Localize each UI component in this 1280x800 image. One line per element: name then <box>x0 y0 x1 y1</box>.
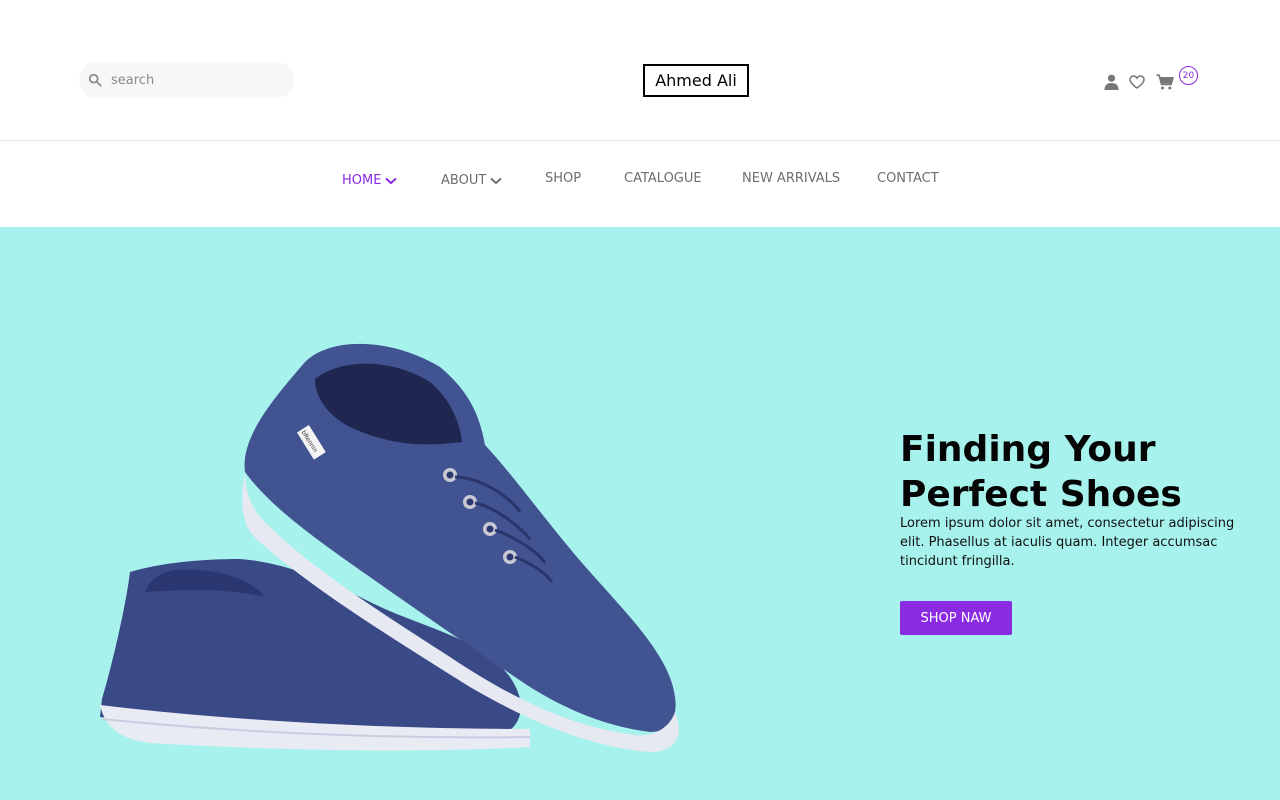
nav-item-label: HOME <box>342 173 382 188</box>
user-icon[interactable] <box>1104 74 1119 90</box>
hero-banner: bRennin Finding Your Perfect Shoes Lorem… <box>0 227 1280 800</box>
search-input[interactable] <box>111 72 281 88</box>
nav-item-home[interactable]: HOME <box>342 173 398 188</box>
header-actions: 20 <box>1100 66 1210 96</box>
nav-item-catalogue[interactable]: CATALOGUE <box>624 171 702 186</box>
nav-item-label: ABOUT <box>441 173 487 188</box>
nav-item-contact[interactable]: CONTACT <box>877 171 939 186</box>
nav-item-shop[interactable]: SHOP <box>545 171 581 186</box>
site-header: Ahmed Ali 20 <box>0 0 1280 141</box>
hero-title: Finding Your Perfect Shoes <box>900 429 1182 515</box>
chevron-down-icon <box>385 177 398 184</box>
chevron-down-icon <box>490 177 502 184</box>
shop-now-button[interactable]: SHOP NAW <box>900 601 1012 635</box>
site-logo[interactable]: Ahmed Ali <box>643 64 749 97</box>
hero-description: Lorem ipsum dolor sit amet, consectetur … <box>900 516 1235 569</box>
search-bar[interactable] <box>79 62 294 98</box>
shoe-product-image: bRennin <box>100 343 679 752</box>
main-nav: HOME ABOUT SHOP CATALOGUE NEW ARRIVALS C… <box>0 142 1280 227</box>
heart-icon[interactable] <box>1129 75 1145 89</box>
nav-item-new-arrivals[interactable]: NEW ARRIVALS <box>742 171 840 186</box>
search-icon[interactable] <box>88 73 102 87</box>
nav-item-about[interactable]: ABOUT <box>441 173 502 188</box>
cart-count-badge: 20 <box>1179 66 1198 85</box>
cart-icon[interactable] <box>1156 74 1174 90</box>
